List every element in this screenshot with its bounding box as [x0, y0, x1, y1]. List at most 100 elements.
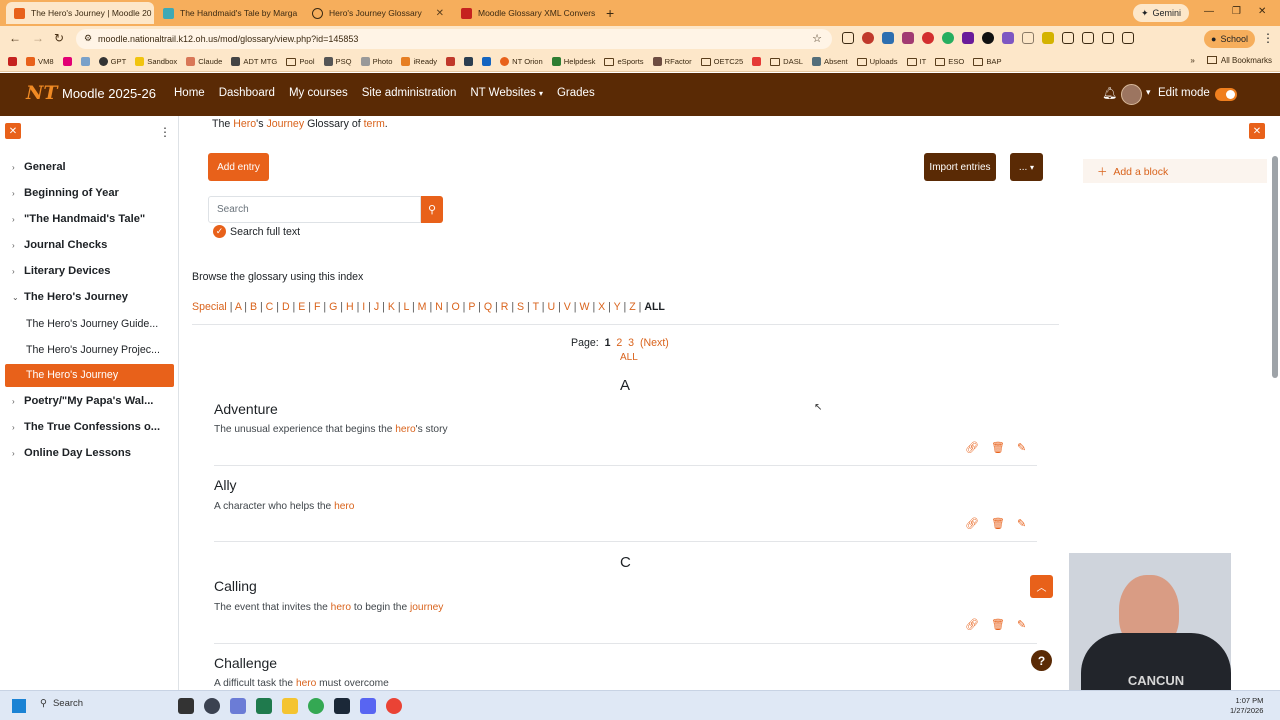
browser-tab[interactable]: The Handmaid's Tale by Marga ✕ [155, 2, 303, 24]
bookmark-star-icon[interactable]: ☆ [812, 32, 822, 45]
bookmark-folder[interactable]: IT [906, 57, 926, 66]
back-icon[interactable]: ← [9, 31, 21, 45]
bookmark-folder[interactable]: Pool [286, 57, 315, 66]
trash-icon[interactable]: 🗑︎ [991, 517, 1005, 530]
record-ext-icon[interactable] [862, 32, 874, 44]
bookmark-item[interactable]: PSQ [323, 57, 352, 66]
close-icon[interactable]: ✕ [436, 8, 444, 19]
bookmark-item[interactable] [62, 57, 72, 66]
ext-icon[interactable] [902, 32, 914, 44]
section-handmaids-tale[interactable]: › "The Handmaid's Tale" [12, 213, 145, 225]
add-block-button[interactable]: ＋ Add a block [1083, 159, 1267, 183]
bookmark-item[interactable]: Absent [812, 57, 848, 66]
section-literary-devices[interactable]: › Literary Devices [12, 265, 110, 277]
scrollbar[interactable] [1272, 156, 1278, 378]
minimize-icon[interactable]: — [1204, 6, 1214, 17]
activity-heros-journey-glossary[interactable]: The Hero's Journey [5, 364, 174, 387]
index-letter-link[interactable]: K [388, 301, 395, 313]
bookmark-item[interactable] [482, 57, 492, 66]
pencil-icon[interactable]: ✎ [1017, 517, 1026, 530]
windows-start-icon[interactable] [12, 699, 26, 713]
bookmark-item[interactable] [446, 57, 456, 66]
ext-icon[interactable] [1002, 32, 1014, 44]
index-letter-link[interactable]: O [451, 301, 459, 313]
file-explorer-icon[interactable] [282, 698, 298, 714]
link-icon[interactable]: 🔗︎ [965, 517, 979, 530]
edit-mode-toggle[interactable] [1215, 88, 1237, 101]
bookmark-item[interactable]: Helpdesk [551, 57, 595, 66]
bookmark-item[interactable]: Claude [186, 57, 222, 66]
index-letter-link[interactable]: H [346, 301, 354, 313]
bookmark-folder[interactable]: DASL [770, 57, 803, 66]
chevron-down-icon[interactable]: ▾ [1146, 87, 1151, 98]
forward-icon[interactable]: → [32, 31, 44, 45]
bookmark-folder[interactable]: ESO [935, 57, 964, 66]
index-letter-link[interactable]: M [418, 301, 427, 313]
autolink[interactable]: hero [334, 501, 354, 512]
section-beginning-of-year[interactable]: › Beginning of Year [12, 187, 119, 199]
bookmark-item[interactable] [752, 57, 762, 66]
close-drawer-button[interactable]: ✕ [5, 123, 21, 139]
browser-menu-icon[interactable]: ⋮ [1262, 31, 1274, 45]
notification-bell-icon[interactable]: 🔔︎ [1102, 86, 1117, 100]
link-icon[interactable]: 🔗︎ [965, 618, 979, 631]
bookmark-item[interactable]: Sandbox [135, 57, 177, 66]
taskbar-search[interactable]: ⚲ Search [40, 698, 83, 709]
bookmark-item[interactable]: NT Orion [500, 57, 543, 66]
index-letter-link[interactable]: Y [614, 301, 621, 313]
autolink[interactable]: term [364, 118, 385, 130]
nav-dashboard[interactable]: Dashboard [219, 87, 275, 99]
autolink[interactable]: hero [331, 602, 351, 613]
autolink[interactable]: Hero [233, 118, 256, 130]
split-view-icon[interactable] [1102, 32, 1114, 44]
restore-icon[interactable]: ❐ [1232, 6, 1241, 17]
index-letter-link[interactable]: U [547, 301, 555, 313]
app-icon[interactable] [230, 698, 246, 714]
app-icon[interactable] [256, 698, 272, 714]
pencil-icon[interactable]: ✎ [1017, 441, 1026, 454]
section-journal-checks[interactable]: › Journal Checks [12, 239, 107, 251]
bookmark-folder[interactable]: eSports [604, 57, 644, 66]
close-window-icon[interactable]: ✕ [1258, 6, 1266, 17]
page-link[interactable]: 3 [628, 337, 634, 349]
index-letter-link[interactable]: Special [192, 301, 227, 313]
screenshot-ext-icon[interactable] [842, 32, 854, 44]
discord-icon[interactable] [360, 698, 376, 714]
add-entry-button[interactable]: Add entry [208, 153, 269, 181]
bookmark-folder[interactable]: Uploads [856, 57, 898, 66]
search-button[interactable]: ⚲ [421, 196, 443, 223]
bookmark-folder[interactable]: OETC25 [700, 57, 743, 66]
activity-heros-journey-guide[interactable]: The Hero's Journey Guide... [26, 318, 158, 330]
autolink[interactable]: hero [395, 424, 415, 435]
index-letter-link[interactable]: D [282, 301, 290, 313]
trash-icon[interactable]: 🗑︎ [991, 441, 1005, 454]
autolink[interactable]: hero [296, 678, 316, 689]
ext-icon[interactable] [1042, 32, 1054, 44]
more-options-icon[interactable]: ⋮ [159, 125, 171, 139]
site-logo[interactable]: NT [26, 82, 58, 106]
side-panel-icon[interactable] [1082, 32, 1094, 44]
search-input[interactable]: Search [208, 196, 421, 223]
task-view-icon[interactable] [178, 698, 194, 714]
site-info-icon[interactable]: ⚙ [84, 33, 92, 44]
ext-icon[interactable] [922, 32, 934, 44]
browser-tab[interactable]: Hero's Journey Glossary ✕ [304, 2, 452, 24]
search-full-text-checkbox[interactable]: ✓ [213, 225, 226, 238]
page-link[interactable]: 2 [616, 337, 622, 349]
downloads-icon[interactable] [1122, 32, 1134, 44]
bookmark-item[interactable] [80, 57, 90, 66]
back-to-top-button[interactable]: ︿ [1030, 575, 1053, 598]
nav-home[interactable]: Home [174, 87, 205, 99]
autolink[interactable]: Journey [266, 118, 304, 130]
new-tab-icon[interactable]: + [606, 5, 614, 21]
bookmark-item[interactable] [8, 57, 17, 66]
bookmark-item[interactable]: RFactor [652, 57, 692, 66]
import-entries-button[interactable]: Import entries [924, 153, 996, 181]
section-poetry[interactable]: › Poetry/"My Papa's Wal... [12, 395, 153, 407]
browser-tab[interactable]: The Hero's Journey | Moodle 20 ✕ [6, 2, 154, 24]
bookmark-item[interactable]: ADT MTG [231, 57, 277, 66]
autolink[interactable]: journey [410, 602, 443, 613]
section-true-confessions[interactable]: › The True Confessions o... [12, 421, 160, 433]
help-button[interactable]: ? [1031, 650, 1052, 671]
ext-icon[interactable] [882, 32, 894, 44]
